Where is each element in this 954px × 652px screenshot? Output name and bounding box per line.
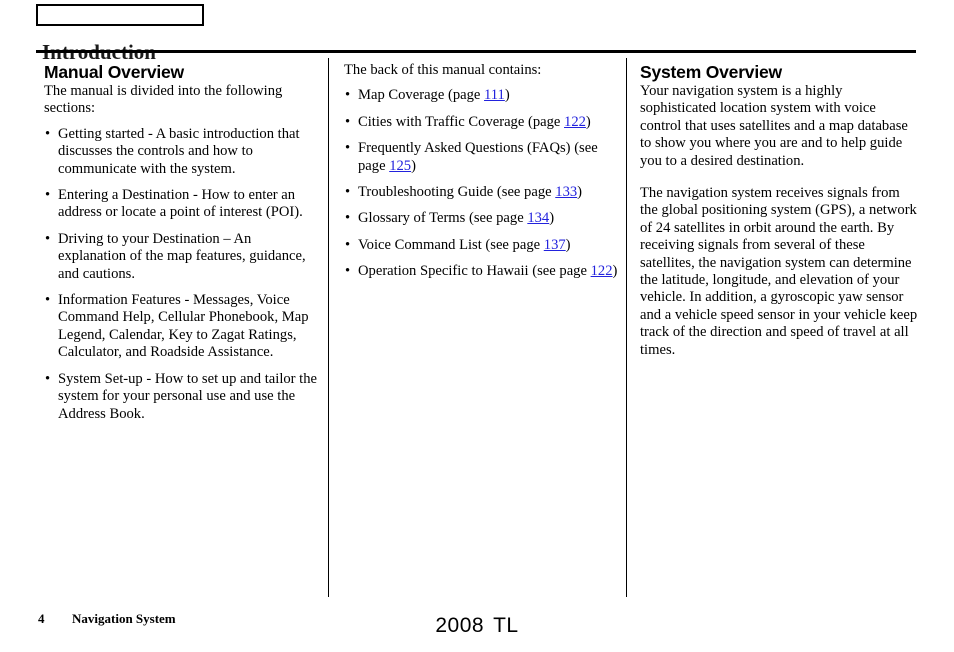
system-overview-paragraph-2: The navigation system receives signals f… (640, 185, 918, 358)
column-divider-2 (626, 58, 627, 597)
page-link[interactable]: 134 (527, 210, 549, 226)
list-item-suffix: ) (549, 210, 555, 227)
footer-model-name: TL (493, 614, 519, 637)
title-rule (36, 50, 916, 53)
list-item-suffix: ) (585, 113, 591, 130)
bullet-icon: • (345, 113, 351, 130)
list-item-prefix: Map Coverage (page (358, 87, 485, 104)
page-link[interactable]: 133 (555, 184, 577, 200)
page-link[interactable]: 137 (544, 237, 566, 253)
bullet-icon: • (345, 210, 351, 227)
list-item: • Getting started - A basic introduction… (44, 126, 318, 178)
footer-model-year: 2008 (435, 614, 485, 637)
list-item-prefix: Voice Command List (see page (358, 236, 544, 253)
bullet-icon: • (45, 370, 51, 387)
list-item-suffix: ) (411, 157, 416, 174)
manual-overview-intro: The manual is divided into the following… (44, 83, 283, 117)
list-item: • Map Coverage (page 111) (344, 87, 618, 104)
heading-system-overview: System Overview (640, 62, 782, 82)
list-item-text: Getting started - A basic introduction t… (58, 125, 300, 177)
list-item-text: System Set-up - How to set up and tailor… (58, 370, 318, 422)
back-of-manual-list: • Map Coverage (page 111) • Cities with … (344, 87, 618, 280)
list-item: • Entering a Destination - How to enter … (44, 187, 318, 222)
bullet-icon: • (345, 263, 351, 280)
bullet-icon: • (45, 292, 51, 309)
chapter-tab-box (36, 4, 204, 26)
page-link[interactable]: 111 (484, 87, 505, 103)
list-item-suffix: ) (577, 184, 583, 201)
list-item-suffix: ) (612, 263, 618, 280)
list-item-text: Entering a Destination - How to enter an… (58, 187, 303, 221)
list-item-suffix: ) (504, 87, 510, 104)
page-link[interactable]: 122 (564, 114, 586, 130)
list-item: • Information Features - Messages, Voice… (44, 292, 318, 362)
list-item-prefix: Cities with Traffic Coverage (page (358, 113, 565, 130)
column-divider-1 (328, 58, 329, 597)
page-link[interactable]: 122 (591, 263, 613, 279)
list-item: • Cities with Traffic Coverage (page 122… (344, 114, 618, 131)
list-item: • Frequently Asked Questions (FAQs) (see… (344, 140, 618, 175)
bullet-icon: • (45, 187, 51, 204)
bullet-icon: • (345, 87, 351, 104)
column-manual-overview: Manual Overview The manual is divided in… (44, 62, 318, 423)
list-item: • Glossary of Terms (see page 134) (344, 210, 618, 227)
list-item-prefix: Operation Specific to Hawaii (see page (358, 263, 591, 280)
bullet-icon: • (345, 236, 351, 253)
back-of-manual-intro: The back of this manual contains: (344, 62, 542, 78)
list-item: • Driving to your Destination – An expla… (44, 231, 318, 283)
manual-overview-list: • Getting started - A basic introduction… (44, 126, 318, 423)
page-link[interactable]: 125 (389, 158, 411, 174)
list-item-prefix: Glossary of Terms (see page (358, 210, 528, 227)
list-item: • Voice Command List (see page 137) (344, 237, 618, 254)
list-item: • System Set-up - How to set up and tail… (44, 371, 318, 423)
list-item-prefix: Troubleshooting Guide (see page (358, 184, 556, 201)
list-item-text: Information Features - Messages, Voice C… (58, 292, 309, 361)
footer-model: 2008 TL (0, 613, 954, 638)
bullet-icon: • (45, 125, 51, 142)
list-item: • Troubleshooting Guide (see page 133) (344, 184, 618, 201)
list-item: • Operation Specific to Hawaii (see page… (344, 263, 618, 280)
system-overview-paragraph-1: Your navigation system is a highly sophi… (640, 83, 908, 169)
column-back-of-manual: The back of this manual contains: • Map … (344, 62, 618, 290)
bullet-icon: • (345, 184, 351, 201)
bullet-icon: • (345, 140, 351, 157)
list-item-suffix: ) (565, 236, 571, 253)
heading-manual-overview: Manual Overview (44, 62, 184, 82)
column-system-overview: System Overview Your navigation system i… (640, 62, 918, 359)
bullet-icon: • (45, 230, 51, 247)
list-item-text: Driving to your Destination – An explana… (58, 230, 306, 282)
